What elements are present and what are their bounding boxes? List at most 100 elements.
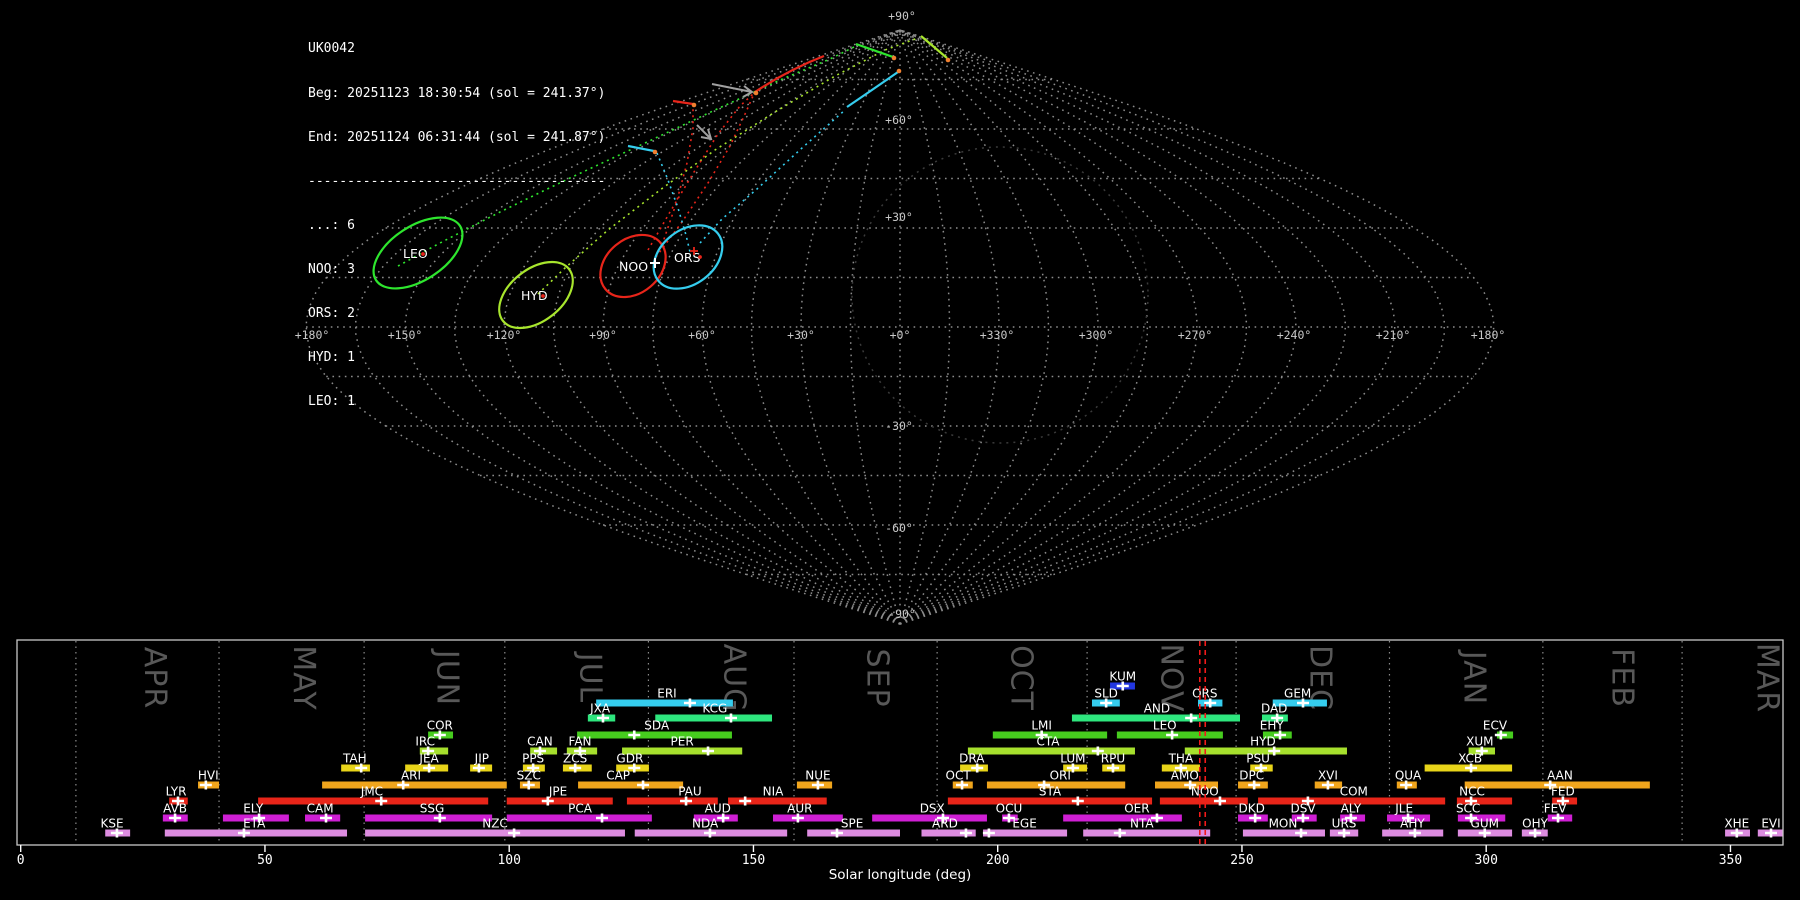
shower-bar-MON (1242, 829, 1325, 837)
ecliptic-longitude-label: +270° (1178, 328, 1213, 342)
shower-label-ARD: ARD (932, 817, 958, 831)
month-label-MAR: MAR (1749, 643, 1784, 713)
x-axis-tick-label: 100 (497, 853, 520, 868)
shower-label-SPE: SPE (841, 817, 863, 831)
month-label-APR: APR (137, 647, 172, 709)
shower-label-ERI: ERI (657, 687, 676, 701)
camera-fov-circle (851, 146, 1149, 444)
timeline-frame (16, 639, 1784, 846)
shower-bar-OER (1063, 814, 1182, 822)
shower-label-FED: FED (1551, 785, 1575, 799)
shower-label-ETA: ETA (243, 817, 266, 831)
shower-row: AVB ELY CAM SSG PCA AUD AUR DSX OCU OER DKD DSV ALY J… (162, 802, 1573, 823)
x-axis-tick-label: 0 (17, 853, 25, 868)
shower-label-ELY: ELY (243, 802, 264, 816)
shower-rows: KUMERI SLD ORS GEMJXA KCG AND DADCOR SDA LMI LEO E… (101, 670, 1783, 838)
month-label-JAN: JAN (1457, 649, 1492, 705)
shower-label-STA: STA (1039, 785, 1062, 799)
session-begin: Beg: 20251123 18:30:54 (sol = 241.37°) (308, 85, 606, 101)
month-label-MAY: MAY (286, 645, 321, 710)
shower-label-AHY: AHY (1400, 817, 1425, 831)
ecliptic-latitude-label: +60° (885, 113, 913, 127)
meteor-backtrack-dotted (655, 95, 754, 258)
ufo-orbit-screen: +180° +150° +120° +90° +60° +30° +0° +330° +300°… (0, 0, 1800, 900)
shower-bar-STA (947, 797, 1153, 805)
shower-bar-SPE (807, 829, 900, 837)
x-axis-tick-label: 50 (257, 853, 273, 868)
shower-label-ARI: ARI (401, 769, 421, 783)
shower-bar-SSG (365, 814, 493, 822)
ecliptic-longitude-label: +30° (787, 328, 815, 342)
ecliptic-longitude-label: +300° (1079, 328, 1114, 342)
shower-label-DRA: DRA (959, 752, 985, 766)
shower-label-OCT: OCT (946, 769, 972, 783)
shower-label-GDR: GDR (616, 752, 643, 766)
count-hyd: HYD: 1 (308, 350, 355, 366)
radiant-point-marker (698, 255, 702, 259)
ecliptic-longitude-label: +60° (688, 328, 716, 342)
shower-label-XCB: XCB (1458, 752, 1482, 766)
meteor-trail-segment (627, 144, 655, 153)
x-axis-title: Solar longitude (deg) (829, 867, 972, 883)
shower-label-RPU: RPU (1101, 752, 1125, 766)
session-info-panel: UK0042 Beg: 20251123 18:30:54 (sol = 241… (308, 13, 605, 439)
ecliptic-longitude-label: +330° (980, 328, 1015, 342)
shower-bar-PCA (506, 814, 652, 822)
shower-label-MON: MON (1269, 817, 1298, 831)
ecliptic-latitude-label: -30° (885, 419, 913, 433)
shower-label-GEM: GEM (1284, 687, 1311, 701)
shower-label-SCC: SCC (1456, 802, 1480, 816)
shower-label-NCC: NCC (1459, 785, 1485, 799)
shower-label-NZC: NZC (482, 817, 508, 831)
shower-bar-EGE (983, 829, 1068, 837)
shower-label-FAN: FAN (569, 735, 592, 749)
shower-label-ALY: ALY (1341, 802, 1362, 816)
month-label-JUN: JUN (429, 648, 464, 706)
shower-label-LMI: LMI (1031, 719, 1052, 733)
shower-row: HVI ARI SZC CAP NUE OCT ORI AMO DPC XVI QUA AAN (198, 769, 1650, 790)
shower-bar-JMC (258, 797, 489, 805)
meteor-trail-endpoint (691, 102, 697, 108)
shower-label-AVB: AVB (163, 802, 187, 816)
month-label-FEB: FEB (1605, 648, 1640, 708)
shower-bar-ETA (164, 829, 348, 837)
shower-label-OER: OER (1124, 802, 1149, 816)
month-labels: APR MAY JUN JUL AUG SEP OCT NOV DEC JAN FEB MAR (137, 643, 1785, 713)
shower-bar-JPE (506, 797, 613, 805)
meteor-trail-endpoint (896, 68, 902, 74)
shower-label-EVI: EVI (1761, 817, 1780, 831)
current-sol-markers (1198, 641, 1207, 844)
ecliptic-longitude-label: +180° (1471, 328, 1506, 342)
shower-row: LYR JMC JPE PAU NIA STA NOO COM NCC FED (166, 785, 1578, 806)
shower-label-URS: URS (1332, 817, 1357, 831)
plot-canvas: +180° +150° +120° +90° +60° +30° +0° +330° +300°… (16, 9, 1785, 883)
shower-label-TAH: TAH (342, 752, 367, 766)
shower-bar-ARI (322, 781, 507, 789)
radiant-label-NOO: NOO (619, 259, 648, 274)
meteor-trail-endpoint (753, 90, 759, 96)
sporadic-meteor-trail (711, 83, 754, 98)
shower-label-PAU: PAU (678, 785, 701, 799)
shower-label-DSV: DSV (1290, 802, 1316, 816)
shower-row: KSE ETA NZC NDA SPE ARD EGE NTA MON URS AHY GUM OHY X… (101, 817, 1783, 838)
shower-label-AAN: AAN (1547, 769, 1573, 783)
shower-label-DAD: DAD (1261, 702, 1287, 716)
month-label-SEP: SEP (859, 648, 894, 707)
shower-label-NUE: NUE (805, 769, 830, 783)
count-ors: ORS: 2 (308, 306, 355, 322)
session-end: End: 20251124 06:31:44 (sol = 241.87°) (308, 129, 606, 145)
shower-label-XHE: XHE (1724, 817, 1749, 831)
separator-line: -------------------------------------- (308, 173, 606, 189)
radiant-cross-marker-white (650, 258, 660, 268)
x-axis-tick-label: 300 (1474, 853, 1497, 868)
shower-label-PSU: PSU (1246, 752, 1270, 766)
shower-label-SZC: SZC (517, 769, 541, 783)
shower-label-LYR: LYR (166, 785, 187, 799)
shower-label-PER: PER (671, 735, 694, 749)
meteor-trail-segment (672, 99, 694, 106)
month-label-JUL: JUL (573, 651, 608, 704)
shower-label-NDA: NDA (692, 817, 719, 831)
meteor-trail-endpoint (652, 149, 658, 155)
x-axis-tick-label: 150 (742, 853, 765, 868)
ecliptic-latitude-label: -90° (888, 607, 916, 621)
